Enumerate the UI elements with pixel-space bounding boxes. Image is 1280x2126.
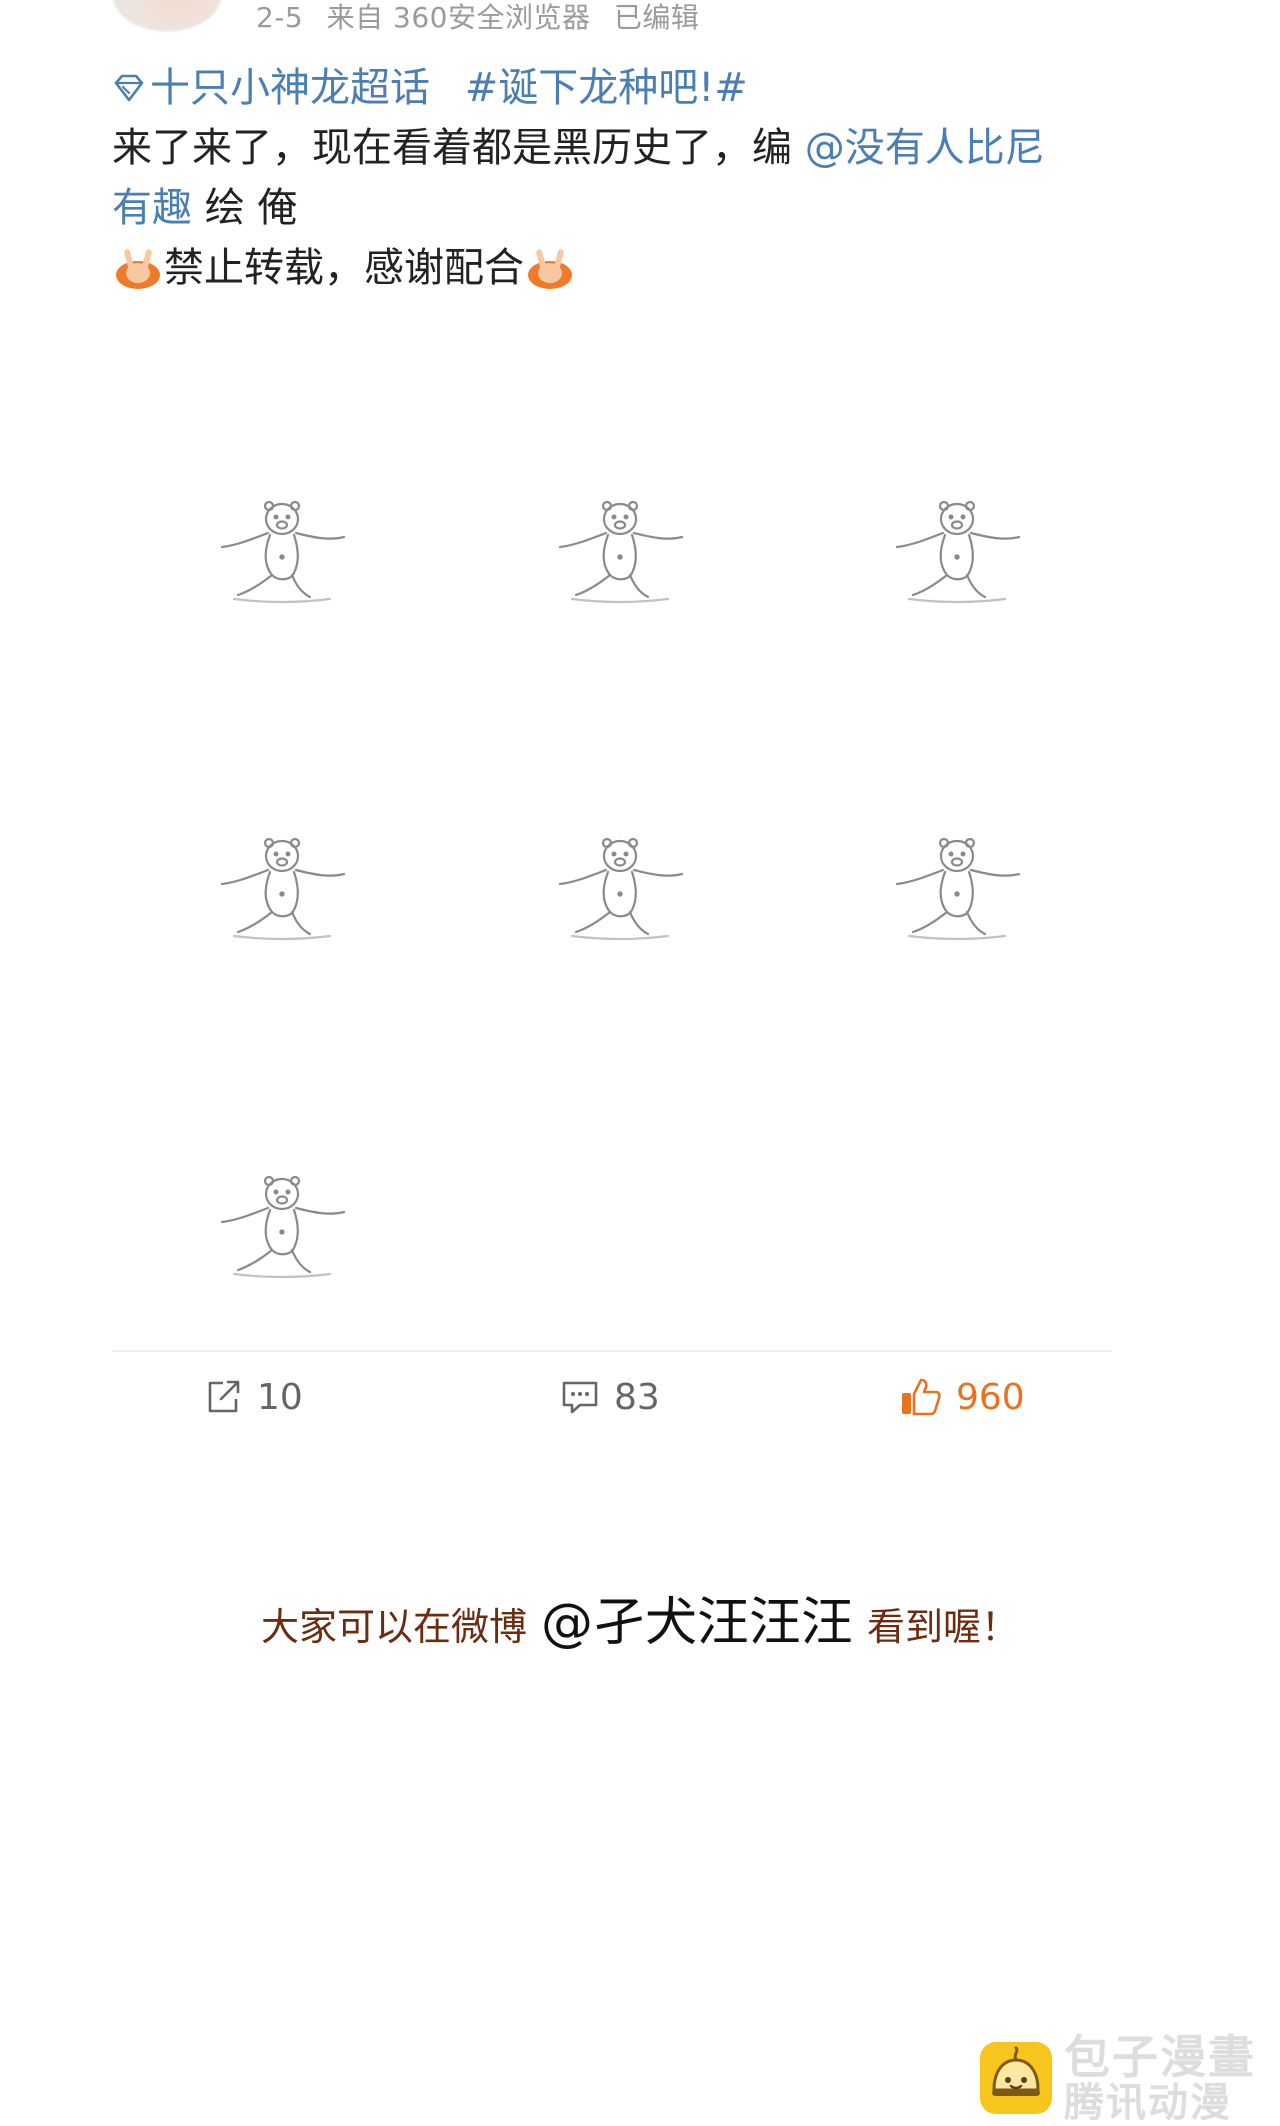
stretching-bear-placeholder-icon[interactable] bbox=[887, 495, 1027, 605]
watermark: 包子漫畫 腾讯动漫 bbox=[980, 2032, 1256, 2124]
post-source[interactable]: 来自 360安全浏览器 bbox=[327, 1, 591, 34]
diamond-icon bbox=[114, 74, 144, 102]
like-count: 960 bbox=[956, 1376, 1025, 1418]
stretching-bear-placeholder-icon[interactable] bbox=[212, 832, 352, 942]
share-icon bbox=[208, 1380, 240, 1413]
watermark-text-top: 包子漫畫 bbox=[1064, 2030, 1256, 2084]
bun-logo-icon bbox=[980, 2042, 1052, 2114]
edited-label[interactable]: 已编辑 bbox=[614, 1, 700, 34]
post-date: 2-5 bbox=[256, 1, 304, 34]
post-meta: 2-5 来自 360安全浏览器 已编辑 bbox=[256, 0, 713, 36]
comment-button[interactable]: 83 bbox=[560, 1372, 660, 1422]
post-line-2: 来了来了，现在看着都是黑历史了，编 @没有人比尼 bbox=[112, 118, 1112, 178]
hashtag-link[interactable]: #诞下龙种吧!# bbox=[465, 65, 748, 111]
comment-count: 83 bbox=[614, 1376, 660, 1418]
divider bbox=[112, 1350, 1112, 1352]
like-button[interactable]: 960 bbox=[900, 1372, 1025, 1422]
mention-link-part1[interactable]: @没有人比尼 bbox=[805, 125, 1045, 171]
post-body-text: 来了来了，现在看着都是黑历史了，编 bbox=[112, 125, 792, 171]
watermark-text-bottom: 腾讯动漫 bbox=[1064, 2080, 1232, 2126]
repost-count: 10 bbox=[257, 1376, 303, 1418]
post-line-1: 十只小神龙超话 #诞下龙种吧!# bbox=[112, 58, 1112, 118]
stretching-bear-placeholder-icon[interactable] bbox=[212, 1170, 352, 1280]
hands-emoji-icon bbox=[528, 249, 572, 289]
supertopic-link[interactable]: 十只小神龙超话 bbox=[112, 65, 443, 111]
thumbs-up-icon bbox=[902, 1378, 941, 1416]
promo-suffix: 看到喔！ bbox=[867, 1605, 1020, 1649]
stretching-bear-placeholder-icon[interactable] bbox=[212, 495, 352, 605]
mention-link-part2[interactable]: 有趣 bbox=[112, 185, 192, 231]
promo-line: 大家可以在微博 @孑犬汪汪汪 看到喔！ bbox=[0, 1580, 1280, 1655]
supertopic-label: 十只小神龙超话 bbox=[150, 65, 430, 111]
stretching-bear-placeholder-icon[interactable] bbox=[550, 832, 690, 942]
comment-icon bbox=[562, 1381, 598, 1414]
stretching-bear-placeholder-icon[interactable] bbox=[887, 832, 1027, 942]
hands-emoji-icon bbox=[116, 249, 160, 289]
watermark-text: 包子漫畫 腾讯动漫 bbox=[1064, 2032, 1256, 2124]
no-repost-text: 禁止转载，感谢配合 bbox=[164, 245, 524, 291]
post-line-3: 有趣 绘 俺 bbox=[112, 178, 1112, 238]
post-line-4: 禁止转载，感谢配合 bbox=[112, 238, 1112, 298]
post-credit-text: 绘 俺 bbox=[192, 185, 298, 231]
promo-handle[interactable]: @孑犬汪汪汪 bbox=[541, 1593, 853, 1653]
repost-button[interactable]: 10 bbox=[205, 1372, 303, 1422]
stretching-bear-placeholder-icon[interactable] bbox=[550, 495, 690, 605]
post-text: 十只小神龙超话 #诞下龙种吧!# 来了来了，现在看着都是黑历史了，编 @没有人比… bbox=[112, 58, 1112, 298]
avatar[interactable] bbox=[112, 0, 222, 32]
promo-prefix: 大家可以在微博 bbox=[260, 1605, 527, 1649]
